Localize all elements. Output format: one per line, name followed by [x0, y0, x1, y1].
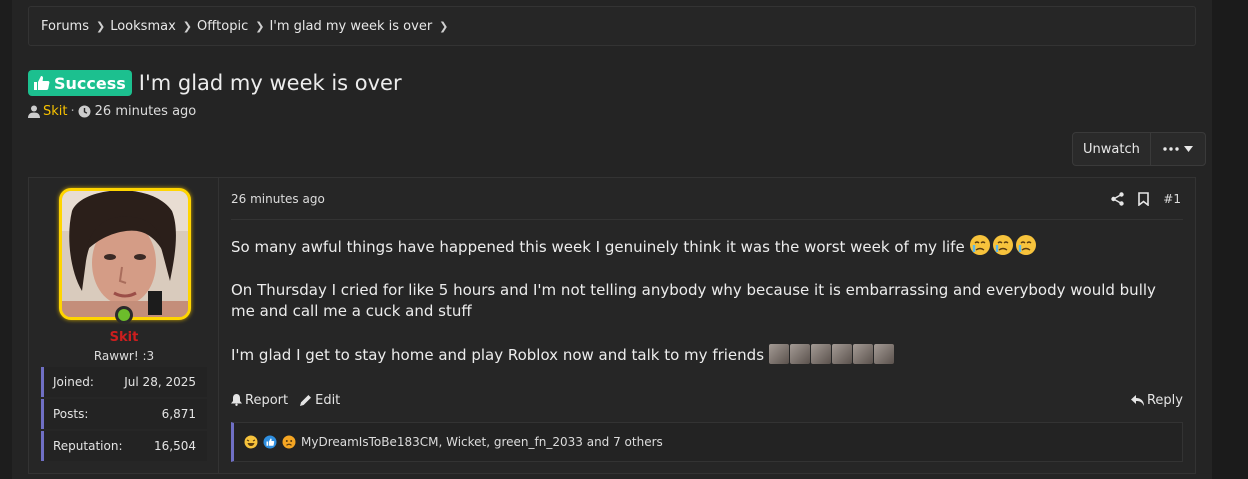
- ellipsis-icon: [1163, 147, 1179, 151]
- prefix-label: Success: [54, 73, 126, 93]
- stat-label: Reputation:: [53, 439, 123, 453]
- user-stat-joined: Joined: Jul 28, 2025: [41, 367, 207, 397]
- thumbs-up-icon: [34, 76, 50, 90]
- post-paragraph: I'm glad I get to stay home and play Rob…: [231, 344, 1181, 366]
- crying-face-icon: [970, 235, 991, 255]
- breadcrumb: Forums ❯ Looksmax ❯ Offtopic ❯ I'm glad my …: [28, 6, 1196, 46]
- reactions-bar: MyDreamIsToBe183CM, Wicket, green_fn_203…: [231, 422, 1183, 462]
- breadcrumb-item-forums[interactable]: Forums ❯: [41, 19, 110, 34]
- chevron-right-icon: ❯: [439, 19, 449, 33]
- user-stat-posts: Posts: 6,871: [41, 399, 207, 429]
- post-paragraph: So many awful things have happened this …: [231, 234, 1181, 258]
- separator: ·: [70, 104, 75, 119]
- edit-button[interactable]: Edit: [300, 393, 340, 408]
- chevron-right-icon: ❯: [182, 19, 192, 33]
- cat-emoji-icon: [873, 344, 894, 364]
- avatar-image: [62, 191, 188, 317]
- post-user-panel: Skit Rawwr! :3 Joined: Jul 28, 2025 Post…: [29, 178, 219, 473]
- reply-label: Reply: [1146, 392, 1183, 408]
- cat-emoji-icon: [852, 344, 873, 364]
- sad-face-icon[interactable]: [282, 435, 296, 449]
- more-options-button[interactable]: [1151, 133, 1205, 165]
- post-paragraph-text: So many awful things have happened this …: [231, 238, 965, 256]
- thread-actions: Unwatch: [1072, 132, 1206, 166]
- right-gutter: [1212, 0, 1248, 479]
- breadcrumb-label: Offtopic: [196, 18, 249, 34]
- stat-label: Joined:: [53, 375, 94, 389]
- post-number-link[interactable]: #1: [1163, 192, 1181, 206]
- caret-down-icon: [1183, 146, 1193, 152]
- pencil-icon: [300, 395, 312, 406]
- stat-value: 6,871: [161, 407, 196, 421]
- thread-header: Success I'm glad my week is over: [28, 70, 402, 96]
- cat-emoji-icon: [810, 344, 831, 364]
- report-label: Report: [245, 392, 289, 408]
- cat-emoji-icon: [831, 344, 852, 364]
- stat-value: Jul 28, 2025: [124, 375, 196, 389]
- post-footer: Report Edit Reply: [231, 388, 1183, 412]
- user-stat-reputation: Reputation: 16,504: [41, 431, 207, 461]
- page-title: I'm glad my week is over: [138, 71, 402, 95]
- unwatch-button[interactable]: Unwatch: [1073, 133, 1151, 165]
- thumbs-up-icon[interactable]: [263, 435, 277, 449]
- main-content: Forums ❯ Looksmax ❯ Offtopic ❯ I'm glad my …: [12, 0, 1212, 479]
- breadcrumb-label: Looksmax: [110, 18, 176, 34]
- reply-icon: [1130, 394, 1144, 406]
- breadcrumb-item-looksmax[interactable]: Looksmax ❯: [110, 19, 197, 34]
- report-button[interactable]: Report: [231, 393, 288, 408]
- cat-emoji-icon: [768, 344, 789, 364]
- breadcrumb-item-thread[interactable]: I'm glad my week is over ❯: [269, 19, 453, 34]
- post-paragraph-text: I'm glad I get to stay home and play Rob…: [231, 346, 765, 364]
- share-icon[interactable]: [1111, 191, 1124, 206]
- breadcrumb-label: I'm glad my week is over: [269, 18, 433, 34]
- thread-author-link[interactable]: Skit: [43, 104, 68, 119]
- chevron-right-icon: ❯: [96, 19, 106, 33]
- user-icon: [28, 105, 40, 118]
- avatar[interactable]: [59, 188, 191, 320]
- post-message: 26 minutes ago #1 So many awful things h…: [219, 178, 1195, 473]
- post-time[interactable]: 26 minutes ago: [231, 192, 325, 206]
- reply-button[interactable]: Reply: [1130, 392, 1183, 408]
- clock-icon: [78, 105, 91, 118]
- crying-face-icon: [1016, 235, 1037, 255]
- laughing-face-icon[interactable]: [244, 435, 258, 449]
- crying-emoji-group: [969, 234, 1037, 256]
- bookmark-icon[interactable]: [1138, 191, 1150, 206]
- post-header-actions: #1: [1111, 192, 1183, 206]
- thread-time[interactable]: 26 minutes ago: [95, 104, 197, 119]
- cat-emoji-group: [768, 344, 894, 364]
- crying-face-icon: [993, 235, 1014, 255]
- online-status-indicator: [115, 306, 133, 324]
- post-header: 26 minutes ago #1: [231, 178, 1183, 220]
- post-footer-left: Report Edit: [231, 393, 340, 408]
- post-body: So many awful things have happened this …: [231, 234, 1181, 388]
- post-paragraph: On Thursday I cried for like 5 hours and…: [231, 281, 1156, 320]
- thread-meta: Skit · 26 minutes ago: [28, 104, 196, 119]
- breadcrumb-item-offtopic[interactable]: Offtopic ❯: [197, 19, 269, 34]
- thread-prefix-badge[interactable]: Success: [28, 70, 132, 96]
- stat-value: 16,504: [154, 439, 196, 453]
- user-title: Rawwr! :3: [93, 349, 155, 363]
- reactions-users-link[interactable]: MyDreamIsToBe183CM, Wicket, green_fn_203…: [301, 435, 663, 449]
- bell-icon: [231, 394, 242, 406]
- breadcrumb-label: Forums: [41, 18, 89, 34]
- edit-label: Edit: [315, 392, 341, 408]
- stat-label: Posts:: [53, 407, 89, 421]
- post: Skit Rawwr! :3 Joined: Jul 28, 2025 Post…: [28, 177, 1196, 474]
- post-username[interactable]: Skit: [29, 330, 219, 345]
- cat-emoji-icon: [789, 344, 810, 364]
- left-gutter: [0, 0, 12, 479]
- chevron-right-icon: ❯: [255, 19, 265, 33]
